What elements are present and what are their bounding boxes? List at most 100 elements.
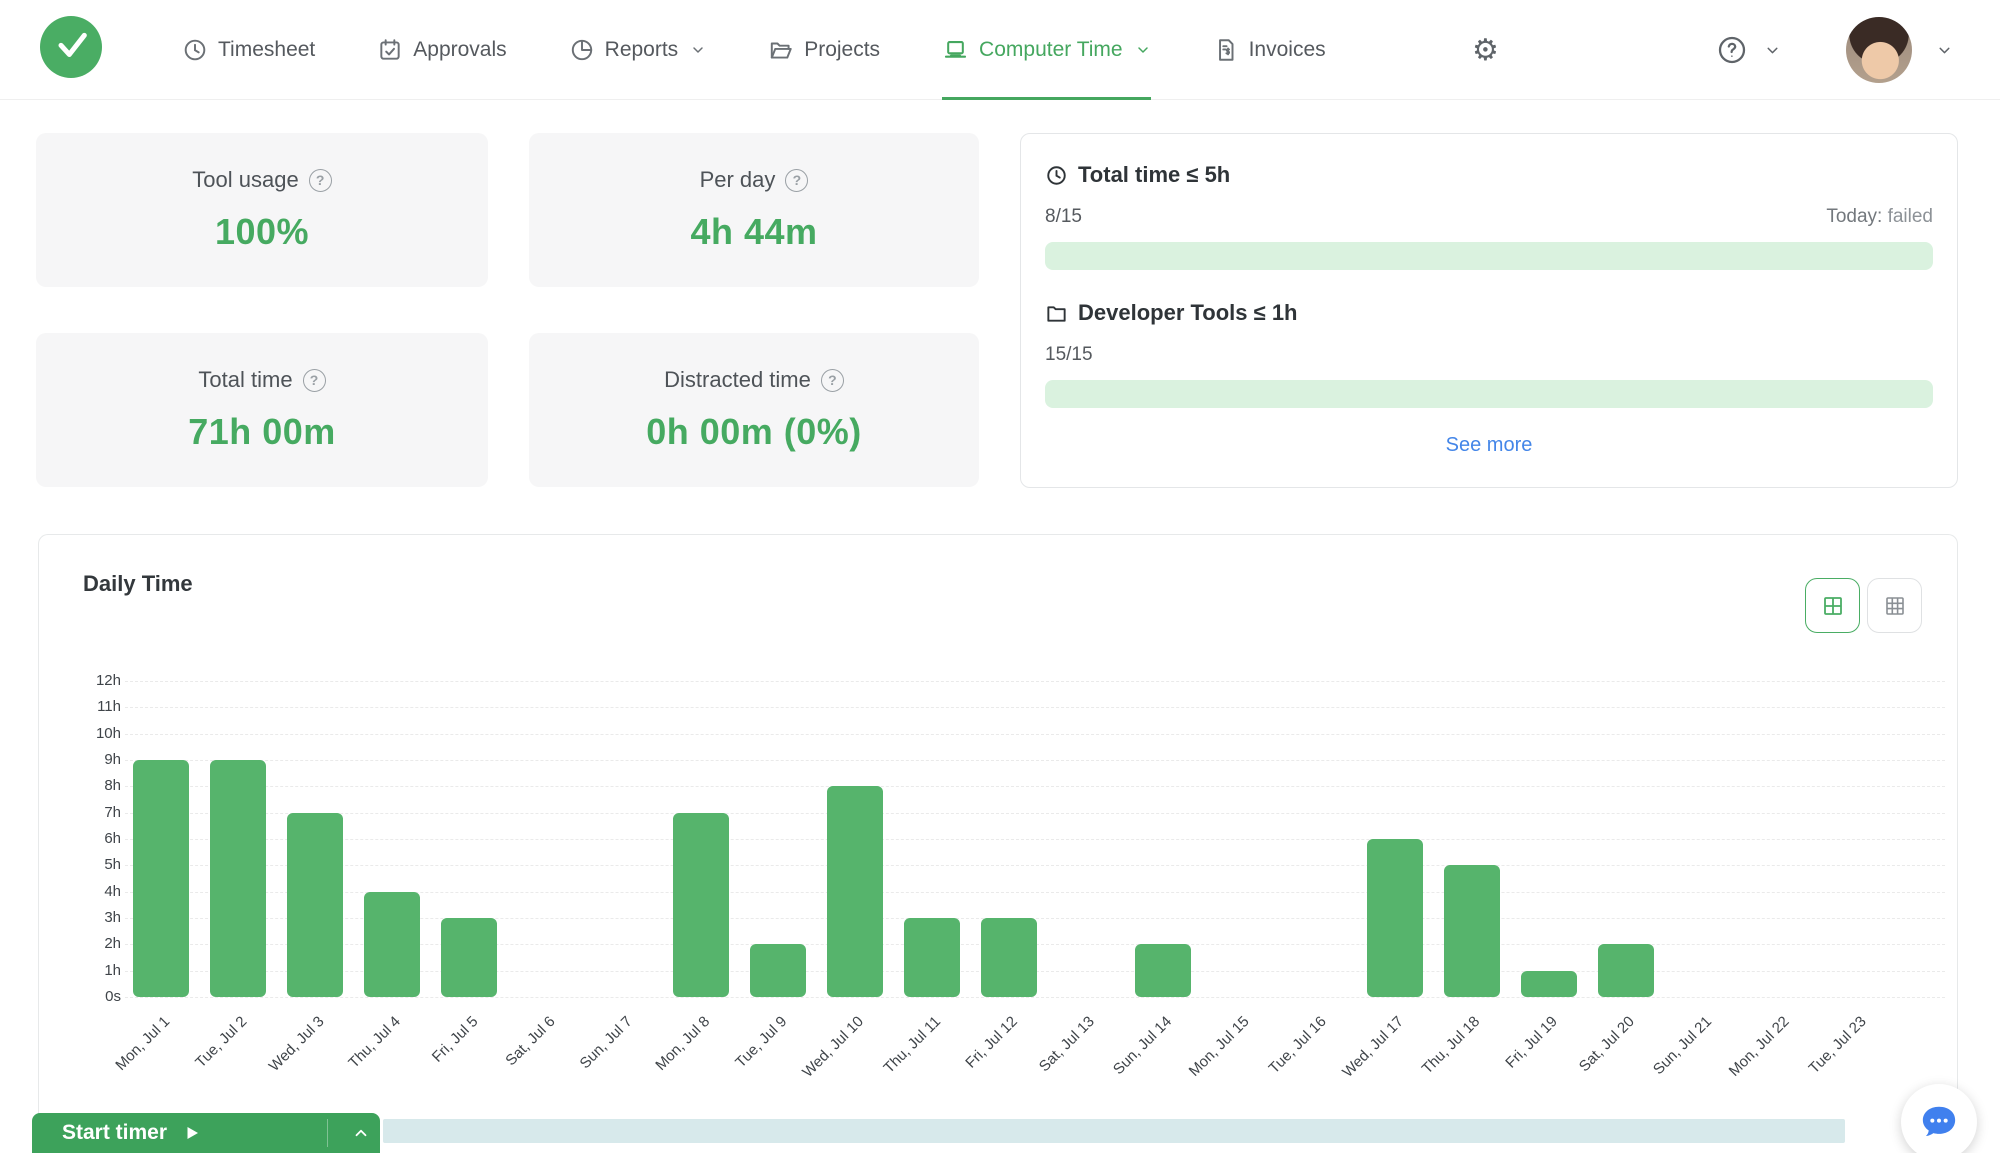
chevron-down-icon <box>693 47 703 53</box>
chart-bar[interactable] <box>133 760 189 997</box>
chart-bar[interactable] <box>287 812 344 997</box>
button-divider <box>327 1119 328 1147</box>
x-axis-label: Wed, Jul 17 <box>1338 1013 1407 1081</box>
card-tool-usage: Tool usage ? 100% <box>36 133 488 287</box>
x-axis-label: Tue, Jul 23 <box>1805 1013 1870 1078</box>
goal-title: Developer Tools ≤ 1h <box>1078 300 1298 325</box>
card-value: 0h 00m (0%) <box>646 411 862 452</box>
goal-progress-bar <box>1045 242 1933 270</box>
chart-bar[interactable] <box>826 786 883 997</box>
chevron-up-icon[interactable] <box>342 1113 380 1153</box>
gear-icon[interactable]: ⚙ <box>1472 0 1499 100</box>
chart-range-scrollbar[interactable] <box>383 1119 1845 1143</box>
nav-label: Invoices <box>1248 38 1326 61</box>
nav-items: Timesheet Approvals Reports Projects Com… <box>182 0 1326 100</box>
chart-bar[interactable] <box>1520 970 1577 997</box>
y-axis-label: 4h <box>104 882 121 900</box>
card-value: 4h 44m <box>690 211 818 252</box>
chart-bar[interactable] <box>1135 944 1192 997</box>
x-axis-label: Mon, Jul 8 <box>651 1013 713 1074</box>
pie-chart-icon <box>571 39 592 61</box>
chart-bar[interactable] <box>749 944 806 997</box>
x-axis-label: Mon, Jul 1 <box>112 1013 174 1074</box>
help-menu[interactable] <box>1716 0 1781 100</box>
calendar-check-icon <box>380 39 400 60</box>
y-axis-label: 1h <box>104 961 121 979</box>
card-label: Per day <box>699 167 776 192</box>
nav-item-projects[interactable]: Projects <box>768 0 880 100</box>
help-icon[interactable]: ? <box>820 368 844 392</box>
chart-bar[interactable] <box>904 918 960 997</box>
top-navigation: Timesheet Approvals Reports Projects Com… <box>0 0 2000 100</box>
chart-bar[interactable] <box>1366 839 1423 997</box>
chat-widget-button[interactable] <box>1901 1084 1977 1153</box>
chevron-down-icon <box>1939 47 1950 53</box>
x-axis-label: Mon, Jul 15 <box>1185 1013 1253 1080</box>
goal-status: Today: failed <box>1826 206 1933 227</box>
nav-label: Reports <box>604 38 679 61</box>
gridline <box>125 786 1945 788</box>
x-axis-label: Wed, Jul 3 <box>265 1013 328 1075</box>
help-icon[interactable]: ? <box>785 168 809 192</box>
help-icon[interactable]: ? <box>308 168 332 192</box>
see-more-link[interactable]: See more <box>1045 434 1933 457</box>
goals-panel: Total time ≤ 5h 8/15 Today: failed Devel… <box>1020 133 1958 488</box>
clock-icon <box>184 39 206 61</box>
chevron-down-icon <box>1137 47 1148 53</box>
gridline <box>125 681 1945 683</box>
chart-bar[interactable] <box>1443 865 1500 997</box>
help-icon[interactable]: ? <box>302 368 326 392</box>
app-logo[interactable] <box>40 16 102 78</box>
folder-icon <box>771 42 792 59</box>
gridline <box>125 839 1945 841</box>
daily-time-card: Daily Time 0s 1h 2h 3h 4h 5h 6h 7h 8h 9h 10h 11h 12h… <box>38 534 1958 1153</box>
x-axis-label: Tue, Jul 16 <box>1265 1013 1330 1078</box>
card-total-time: Total time ? 71h 00m <box>36 333 488 487</box>
nav-item-timesheet[interactable]: Timesheet <box>182 0 315 100</box>
x-axis-label: Tue, Jul 9 <box>731 1013 790 1072</box>
folder-icon <box>1047 305 1066 322</box>
account-menu-chevron[interactable] <box>1936 0 1953 100</box>
y-axis-label: 6h <box>104 830 121 848</box>
nav-item-reports[interactable]: Reports <box>569 0 707 100</box>
x-axis-label: Sun, Jul 14 <box>1110 1013 1176 1079</box>
y-axis-label: 3h <box>104 909 121 926</box>
gridline <box>125 707 1945 709</box>
computer-time-page: Timesheet Approvals Reports Projects Com… <box>0 0 2000 1153</box>
chat-bubble-icon <box>1922 1106 1956 1137</box>
chart-bar[interactable] <box>981 918 1038 997</box>
goal-count: 15/15 <box>1045 344 1093 365</box>
goal-count: 8/15 <box>1045 206 1082 227</box>
y-axis-label: 2h <box>104 935 121 953</box>
y-axis-label: 0s <box>105 988 121 1005</box>
goal-progress-bar <box>1045 380 1933 408</box>
card-distracted-time: Distracted time ? 0h 00m (0%) <box>529 333 979 487</box>
x-axis-label: Mon, Jul 22 <box>1725 1013 1793 1080</box>
chart-bar[interactable] <box>210 760 267 997</box>
x-axis-label: Wed, Jul 10 <box>799 1013 867 1081</box>
logo-check-icon <box>58 32 87 57</box>
chart-bar[interactable] <box>1597 944 1654 997</box>
gridline <box>125 733 1945 735</box>
nav-item-computer-time[interactable]: Computer Time <box>942 0 1151 100</box>
nav-item-approvals[interactable]: Approvals <box>377 0 507 100</box>
gridline <box>125 865 1945 867</box>
chart-bar[interactable] <box>441 918 498 997</box>
nav-item-invoices[interactable]: Invoices <box>1213 0 1326 100</box>
card-value: 71h 00m <box>188 411 336 452</box>
card-label: Tool usage <box>192 167 299 192</box>
goal-title-row: Developer Tools ≤ 1h <box>1045 300 1933 326</box>
chart-bar[interactable] <box>672 812 729 997</box>
x-axis-label: Fri, Jul 5 <box>428 1013 482 1066</box>
x-axis-label: Fri, Jul 12 <box>962 1013 1022 1072</box>
chart-bar[interactable] <box>364 891 421 997</box>
start-timer-button[interactable]: Start timer <box>32 1113 380 1153</box>
x-axis-label: Thu, Jul 18 <box>1419 1013 1484 1078</box>
daily-time-bar-chart: 0s 1h 2h 3h 4h 5h 6h 7h 8h 9h 10h 11h 12h Mon, Jul 1 T… <box>39 535 1959 1153</box>
goal-title: Total time ≤ 5h <box>1078 162 1231 187</box>
nav-label: Approvals <box>413 38 507 61</box>
avatar[interactable] <box>1846 17 1912 83</box>
x-axis-label: Thu, Jul 11 <box>880 1013 945 1077</box>
y-axis-label: 5h <box>104 856 121 874</box>
invoice-icon <box>1218 39 1234 61</box>
